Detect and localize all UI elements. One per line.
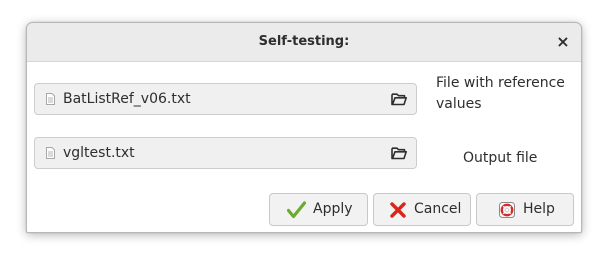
lifebuoy-icon	[499, 202, 515, 218]
reference-file-field[interactable]: BatListRef_v06.txt	[34, 83, 417, 115]
help-button[interactable]: Help	[476, 193, 574, 226]
apply-button[interactable]: Apply	[269, 193, 368, 226]
apply-label: Apply	[313, 201, 353, 217]
checkmark-icon	[287, 201, 306, 219]
self-testing-dialog: Self-testing: × BatListRef_v06.txt File …	[26, 22, 582, 233]
reference-file-label: File with reference values	[436, 75, 565, 112]
cancel-button[interactable]: Cancel	[373, 193, 471, 226]
dialog-title: Self-testing:	[258, 34, 350, 49]
help-label: Help	[523, 201, 555, 217]
text-file-icon	[46, 147, 55, 159]
output-file-name: vgltest.txt	[63, 145, 135, 161]
folder-open-icon[interactable]	[391, 146, 407, 160]
close-button[interactable]: ×	[551, 30, 575, 54]
title-bar: Self-testing: ×	[27, 23, 581, 62]
cancel-label: Cancel	[414, 201, 462, 217]
text-file-icon	[46, 93, 55, 105]
output-file-label: Output file	[463, 150, 538, 166]
folder-open-icon[interactable]	[391, 92, 407, 106]
output-file-field[interactable]: vgltest.txt	[34, 137, 417, 169]
red-x-icon	[390, 202, 406, 218]
reference-file-name: BatListRef_v06.txt	[63, 91, 191, 107]
